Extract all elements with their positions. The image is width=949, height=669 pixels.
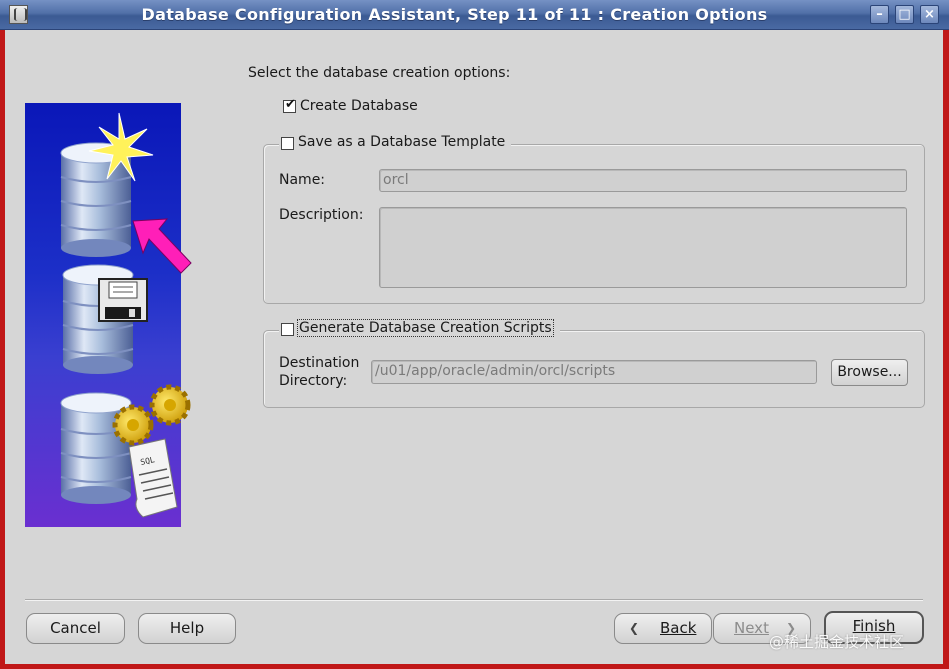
cancel-button[interactable]: Cancel bbox=[26, 613, 125, 644]
browse-button[interactable]: Browse... bbox=[831, 359, 908, 386]
name-label: Name: bbox=[279, 172, 326, 188]
generate-scripts-legend: Generate Database Creation Scripts Gener… bbox=[279, 319, 560, 340]
help-button[interactable]: Help bbox=[138, 613, 236, 644]
create-database-label[interactable]: Create Database bbox=[300, 98, 418, 114]
generate-scripts-label[interactable]: Generate Database Creation Scripts bbox=[297, 319, 554, 337]
back-button[interactable]: ❮ Back bbox=[614, 613, 712, 644]
create-database-checkbox[interactable]: ✔ bbox=[283, 97, 296, 113]
wizard-illustration: SQL bbox=[25, 103, 192, 527]
next-label: Next bbox=[734, 619, 769, 637]
save-template-label[interactable]: Save as a Database Template bbox=[298, 134, 505, 150]
sql-script-icon: SQL bbox=[128, 438, 178, 518]
check-icon: ✔ bbox=[285, 97, 296, 112]
back-arrow-icon: ❮ bbox=[629, 621, 640, 635]
template-name-input[interactable]: orcl bbox=[379, 169, 907, 192]
minimize-button[interactable]: – bbox=[870, 5, 889, 24]
illustration-svg: SQL bbox=[60, 112, 192, 518]
title-bar[interactable]: Database Configuration Assistant, Step 1… bbox=[0, 0, 949, 30]
arrow-icon bbox=[132, 218, 192, 274]
close-button[interactable]: × bbox=[920, 5, 939, 24]
save-template-checkbox[interactable] bbox=[281, 137, 294, 150]
watermark-text: @稀土掘金技术社区 bbox=[769, 633, 905, 651]
destination-label-line1: Destination bbox=[279, 355, 360, 371]
template-description-input[interactable] bbox=[379, 207, 907, 288]
generate-scripts-checkbox[interactable] bbox=[281, 323, 294, 336]
footer-separator bbox=[25, 599, 923, 601]
back-label: Back bbox=[660, 619, 697, 637]
destination-directory-input[interactable]: /u01/app/oracle/admin/orcl/scripts bbox=[371, 360, 817, 384]
description-label: Description: bbox=[279, 207, 364, 223]
app-icon[interactable] bbox=[9, 5, 28, 24]
window-title: Database Configuration Assistant, Step 1… bbox=[141, 5, 768, 24]
floppy-disk-icon bbox=[62, 264, 148, 374]
maximize-button[interactable]: □ bbox=[895, 5, 914, 24]
save-template-legend: Save as a Database Template Save as a Da… bbox=[279, 134, 512, 154]
destination-label-line2: Directory: bbox=[279, 373, 348, 389]
instruction-text: Select the database creation options: bbox=[248, 65, 511, 81]
